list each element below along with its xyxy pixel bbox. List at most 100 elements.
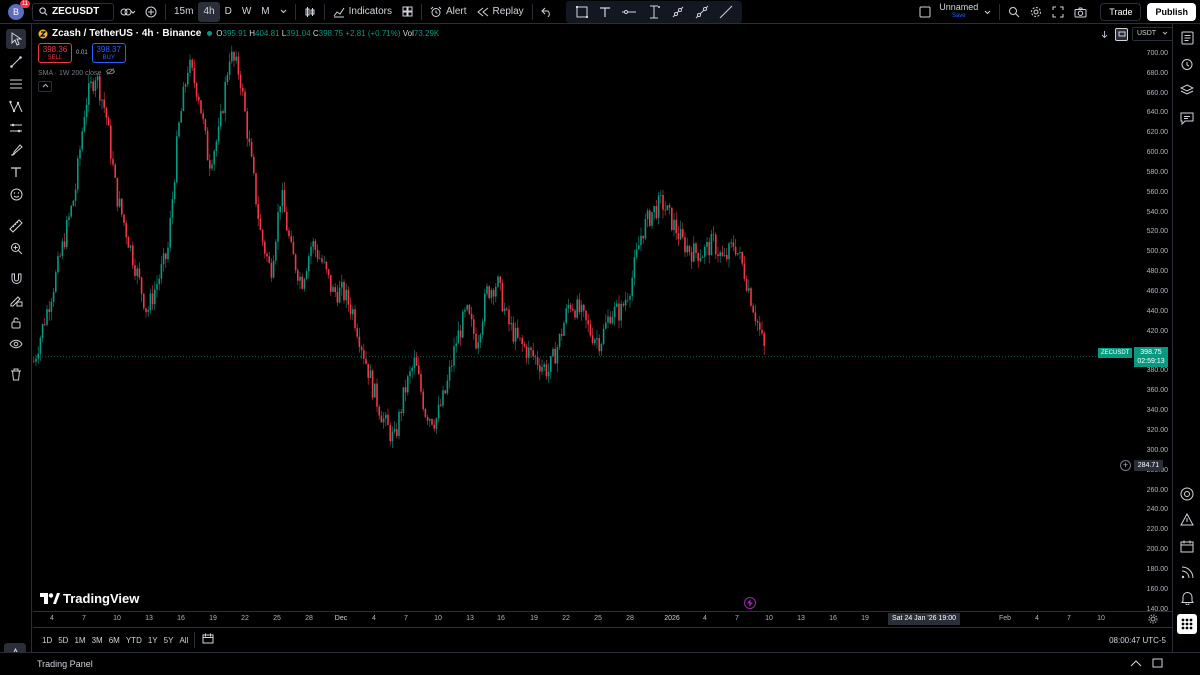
notifications-button[interactable] (1177, 588, 1197, 608)
top-right-group: Unnamed Save Trade Publish (914, 2, 1196, 22)
candle-body (70, 205, 72, 217)
maximize-icon[interactable] (1152, 658, 1163, 668)
arrow-down-icon[interactable] (1100, 30, 1109, 39)
watchlist-button[interactable] (1177, 28, 1197, 48)
indicators-button[interactable]: Indicators (328, 2, 397, 22)
brush-tool[interactable] (6, 140, 26, 160)
hide-drawings-tool[interactable] (6, 334, 26, 354)
time-axis[interactable]: 4 7 10 13 16 19 22 25 28 Dec 4 7 10 13 16 19 22 25 28 2026 4… (33, 611, 1172, 627)
object-tree-button[interactable] (1177, 80, 1197, 100)
sma-indicator-legend[interactable]: SMA · 1W 200 close (38, 68, 116, 77)
zoom-in-tool[interactable] (6, 238, 26, 258)
save-label[interactable]: Save (952, 12, 966, 21)
fib-tool[interactable] (6, 74, 26, 94)
pattern-tool[interactable] (6, 96, 26, 116)
lightning-icon[interactable] (744, 597, 756, 609)
quick-search-button[interactable] (1003, 2, 1025, 22)
chevron-up-icon[interactable] (1130, 659, 1142, 667)
range-5d[interactable]: 5D (58, 636, 68, 645)
alert-button[interactable]: Alert (425, 2, 472, 22)
pine-editor-button[interactable] (1177, 484, 1197, 504)
interval-w[interactable]: W (237, 2, 256, 22)
range-all[interactable]: All (179, 636, 188, 645)
time-axis-label: 16 (829, 615, 837, 622)
layout-select[interactable]: Unnamed Save (914, 2, 996, 22)
range-1m[interactable]: 1M (74, 636, 85, 645)
measure-tool[interactable] (6, 216, 26, 236)
buy-button[interactable]: 398.37 BUY (91, 43, 126, 63)
candle-body (387, 414, 389, 426)
candle-body (600, 343, 603, 352)
chart-type-button[interactable] (299, 2, 321, 22)
trend-angle-tool[interactable] (666, 2, 690, 22)
fullscreen-button[interactable] (1047, 2, 1069, 22)
cursor-tool[interactable] (6, 29, 26, 49)
news-button[interactable] (1177, 562, 1197, 582)
candle-body (732, 242, 735, 247)
tradingview-logo[interactable]: TradingView (40, 591, 139, 606)
add-symbol-button[interactable] (140, 2, 162, 22)
symbol-title[interactable]: Zcash / TetherUS · 4h · Binance (52, 28, 201, 39)
candlestick-chart[interactable] (33, 24, 1134, 611)
remove-drawings-tool[interactable] (6, 364, 26, 384)
range-6m[interactable]: 6M (109, 636, 120, 645)
chats-button[interactable] (1177, 108, 1197, 128)
trend-line-tool[interactable] (6, 52, 26, 72)
eye-off-icon[interactable] (106, 68, 116, 75)
forecast-tool[interactable] (6, 118, 26, 138)
range-3m[interactable]: 3M (92, 636, 103, 645)
publish-button[interactable]: Publish (1147, 3, 1196, 21)
symbol-search[interactable]: ZECUSDT (32, 2, 114, 21)
alerts-button[interactable] (1177, 54, 1197, 74)
range-5y[interactable]: 5Y (164, 636, 174, 645)
interval-15m[interactable]: 15m (169, 2, 198, 22)
legend-collapse-button[interactable] (38, 81, 52, 92)
range-1y[interactable]: 1Y (148, 636, 158, 645)
add-alert-plus-icon[interactable]: + (1120, 460, 1131, 471)
interval-m[interactable]: M (256, 2, 274, 22)
replay-button[interactable]: Replay (472, 2, 529, 22)
trend-line-tool[interactable] (690, 2, 714, 22)
magnet-tool[interactable] (6, 268, 26, 288)
clock-timezone[interactable]: 08:00:47 UTC-5 (1109, 636, 1166, 645)
text-tool[interactable] (6, 162, 26, 182)
interval-d[interactable]: D (220, 2, 237, 22)
time-axis-settings-icon[interactable] (1148, 614, 1158, 624)
scale-toggle[interactable] (1115, 27, 1128, 41)
candle-body (424, 409, 427, 417)
candle-body (237, 56, 240, 75)
user-avatar[interactable]: B 11 (8, 0, 30, 20)
price-axis[interactable]: 700.00 680.00 660.00 640.00 620.00 600.00 580.… (1134, 24, 1172, 613)
compare-dropdown[interactable] (114, 2, 140, 22)
ideas-button[interactable] (1177, 510, 1197, 530)
snapshot-button[interactable] (1069, 2, 1092, 22)
candle-body (426, 416, 429, 421)
candle-body (110, 125, 112, 159)
lock-drawings-tool[interactable] (6, 312, 26, 332)
price-range-tool[interactable] (642, 2, 666, 22)
templates-button[interactable] (397, 2, 418, 22)
ray-tool[interactable] (714, 2, 738, 22)
settings-button[interactable] (1025, 2, 1047, 22)
range-ytd[interactable]: YTD (126, 636, 142, 645)
interval-dropdown[interactable] (275, 2, 292, 22)
stay-in-drawing-tool[interactable] (6, 290, 26, 310)
range-1d[interactable]: 1D (42, 636, 52, 645)
emoji-tool[interactable] (6, 184, 26, 204)
interval-4h[interactable]: 4h (198, 1, 220, 22)
horizontal-ray-tool[interactable] (616, 2, 642, 22)
candle-body (655, 205, 658, 219)
calendar-button[interactable] (1177, 536, 1197, 556)
goto-date-button[interactable] (202, 633, 214, 647)
undo-button[interactable] (536, 2, 558, 22)
trade-button[interactable]: Trade (1100, 3, 1142, 21)
currency-select[interactable]: USDT (1132, 27, 1173, 41)
candle-body (695, 243, 697, 254)
trading-panel-tab[interactable]: Trading Panel (37, 659, 93, 669)
rectangle-tool[interactable] (570, 2, 594, 22)
text-tool[interactable] (594, 2, 616, 22)
chart-pane[interactable] (33, 24, 1134, 611)
fib-retracement-icon (10, 79, 22, 89)
sell-button[interactable]: 398.36 SELL (38, 43, 72, 63)
apps-menu-button[interactable] (1177, 614, 1197, 634)
